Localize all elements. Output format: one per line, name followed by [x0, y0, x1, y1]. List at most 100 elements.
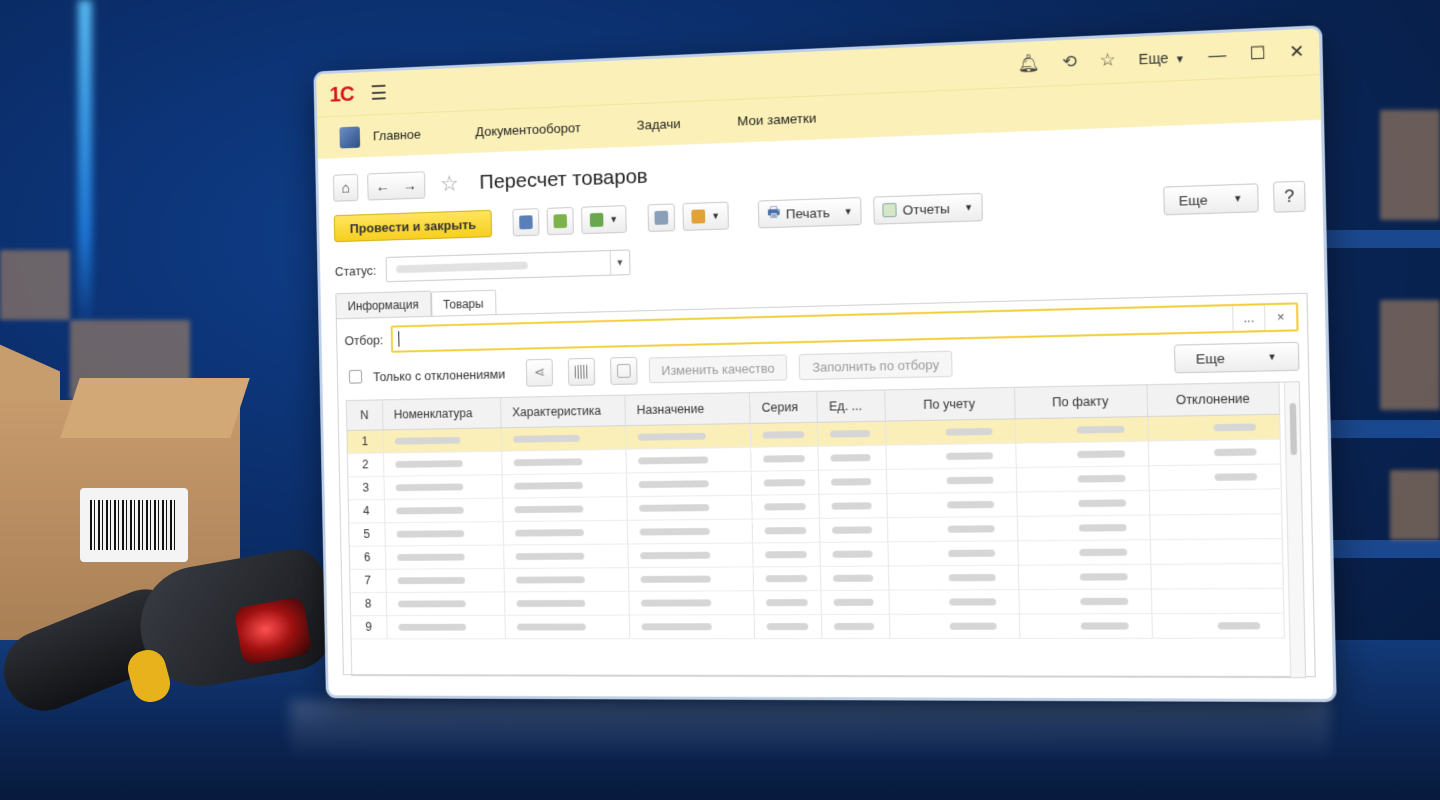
- cell-purpose[interactable]: [625, 470, 752, 497]
- create-based-on-button[interactable]: ▼: [581, 205, 628, 235]
- cell-deviation[interactable]: [1150, 562, 1284, 589]
- column-header-deviation[interactable]: Отклонение: [1146, 382, 1280, 417]
- tab-goods[interactable]: Товары: [430, 289, 497, 317]
- cell-nomenclature[interactable]: [384, 521, 504, 546]
- copy-button[interactable]: [609, 356, 638, 386]
- post-and-close-button[interactable]: Провести и закрыть: [333, 209, 493, 243]
- cell-characteristic[interactable]: [503, 543, 628, 568]
- attachments-button[interactable]: ▼: [682, 201, 730, 231]
- cell-deviation[interactable]: [1147, 413, 1281, 441]
- tab-information[interactable]: Информация: [335, 290, 432, 319]
- cell-deviation[interactable]: [1147, 438, 1281, 466]
- menu-item-document-flow[interactable]: Документооборот: [475, 120, 581, 139]
- cell-actual-qty[interactable]: [1016, 489, 1150, 516]
- fill-by-filter-button[interactable]: Заполнить по отбору: [799, 350, 953, 381]
- cell-nomenclature[interactable]: [382, 450, 502, 476]
- menu-item-tasks[interactable]: Задачи: [637, 116, 681, 133]
- cell-unit[interactable]: [819, 541, 888, 566]
- minimize-icon[interactable]: —: [1208, 45, 1226, 66]
- cell-characteristic[interactable]: [501, 472, 627, 498]
- back-arrow-icon[interactable]: ←: [376, 178, 390, 195]
- cell-characteristic[interactable]: [502, 519, 628, 545]
- cell-characteristic[interactable]: [501, 448, 626, 475]
- cell-characteristic[interactable]: [504, 590, 629, 615]
- cell-nomenclature[interactable]: [384, 544, 504, 569]
- cell-deviation[interactable]: [1150, 587, 1284, 614]
- cell-purpose[interactable]: [627, 566, 754, 591]
- barcode-scan-button[interactable]: [567, 357, 596, 386]
- column-header-n[interactable]: N: [346, 400, 383, 431]
- cell-series[interactable]: [749, 421, 818, 447]
- help-button[interactable]: ?: [1273, 180, 1306, 213]
- add-to-favorites-icon[interactable]: ☆: [440, 171, 459, 197]
- title-more-button[interactable]: Еще ▼: [1138, 49, 1185, 68]
- forward-arrow-icon[interactable]: →: [403, 177, 417, 194]
- cell-book-qty[interactable]: [887, 564, 1019, 590]
- cell-series[interactable]: [751, 493, 819, 519]
- cell-purpose[interactable]: [627, 542, 753, 568]
- column-header-characteristic[interactable]: Характеристика: [500, 395, 625, 428]
- cell-unit[interactable]: [820, 589, 889, 615]
- row-number[interactable]: 8: [350, 591, 387, 616]
- deviations-only-checkbox[interactable]: [348, 369, 363, 384]
- status-select[interactable]: ▼: [385, 249, 631, 283]
- share-button[interactable]: ⋖: [525, 358, 553, 387]
- cell-unit[interactable]: [817, 468, 887, 494]
- print-button[interactable]: 🖶 Печать ▼: [758, 197, 862, 229]
- cell-purpose[interactable]: [624, 422, 751, 449]
- cell-series[interactable]: [753, 589, 821, 615]
- column-header-book-qty[interactable]: По учету: [884, 387, 1015, 421]
- cell-nomenclature[interactable]: [383, 497, 503, 523]
- filter-select-button[interactable]: ...: [1232, 305, 1265, 331]
- favorites-star-icon[interactable]: ☆: [1100, 50, 1116, 71]
- row-number[interactable]: 3: [348, 475, 384, 500]
- cell-purpose[interactable]: [628, 614, 755, 639]
- cell-actual-qty[interactable]: [1014, 416, 1148, 443]
- cell-series[interactable]: [752, 541, 820, 567]
- cell-unit[interactable]: [818, 517, 888, 542]
- cell-deviation[interactable]: [1151, 612, 1285, 638]
- cell-actual-qty[interactable]: [1015, 440, 1149, 468]
- column-header-nomenclature[interactable]: Номенклатура: [381, 398, 501, 430]
- cell-deviation[interactable]: [1149, 538, 1283, 564]
- table-row[interactable]: 9: [351, 612, 1285, 639]
- calculator-button[interactable]: [647, 203, 676, 233]
- column-header-purpose[interactable]: Назначение: [624, 393, 750, 426]
- chevron-down-icon[interactable]: ▼: [609, 250, 630, 275]
- cell-actual-qty[interactable]: [1016, 514, 1150, 541]
- row-number[interactable]: 4: [348, 499, 385, 523]
- cell-series[interactable]: [750, 445, 818, 471]
- cell-actual-qty[interactable]: [1017, 563, 1151, 590]
- close-icon[interactable]: ✕: [1289, 41, 1305, 62]
- cell-deviation[interactable]: [1149, 513, 1283, 540]
- row-number[interactable]: 2: [347, 452, 384, 477]
- cell-deviation[interactable]: [1148, 488, 1282, 515]
- cell-characteristic[interactable]: [502, 496, 627, 522]
- cell-actual-qty[interactable]: [1018, 588, 1152, 614]
- scrollbar-thumb[interactable]: [1289, 403, 1298, 456]
- cell-book-qty[interactable]: [885, 442, 1016, 469]
- cell-nomenclature[interactable]: [382, 427, 502, 453]
- cell-book-qty[interactable]: [887, 540, 1018, 566]
- menu-item-notes[interactable]: Мои заметки: [737, 110, 816, 128]
- cell-unit[interactable]: [819, 565, 889, 590]
- home-button[interactable]: ⌂: [332, 173, 359, 202]
- cell-book-qty[interactable]: [886, 491, 1017, 518]
- column-header-actual-qty[interactable]: По факту: [1014, 385, 1148, 419]
- cell-actual-qty[interactable]: [1017, 539, 1151, 565]
- cell-series[interactable]: [752, 565, 821, 591]
- cell-nomenclature[interactable]: [383, 474, 503, 500]
- cell-unit[interactable]: [820, 613, 890, 639]
- cell-unit[interactable]: [818, 493, 887, 518]
- column-header-unit[interactable]: Ед. ...: [816, 390, 885, 422]
- bell-icon[interactable]: 🔔︎: [1017, 53, 1040, 74]
- cell-purpose[interactable]: [626, 518, 753, 544]
- form-more-button[interactable]: Еще ▼: [1162, 183, 1259, 216]
- reports-button[interactable]: Отчеты ▼: [873, 192, 983, 225]
- cell-book-qty[interactable]: [884, 418, 1016, 445]
- cell-purpose[interactable]: [628, 590, 754, 615]
- table-more-button[interactable]: Еще ▼: [1173, 341, 1300, 374]
- cell-deviation[interactable]: [1148, 463, 1282, 490]
- cell-purpose[interactable]: [625, 446, 751, 473]
- table-row[interactable]: 8: [350, 587, 1284, 616]
